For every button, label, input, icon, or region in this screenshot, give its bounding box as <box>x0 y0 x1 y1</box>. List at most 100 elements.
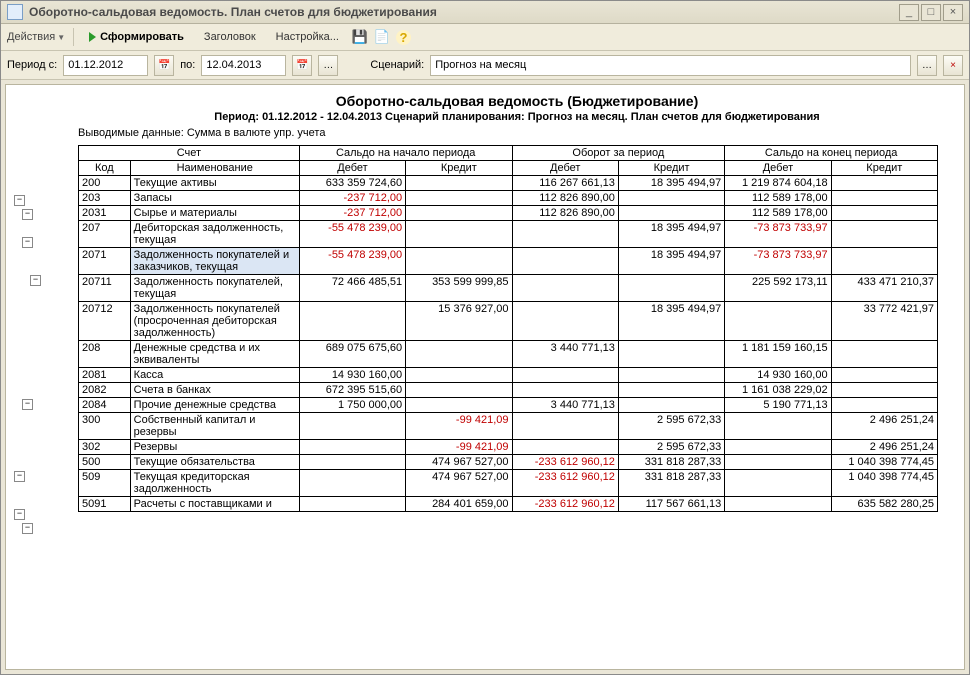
report-table: Счет Сальдо на начало периода Оборот за … <box>78 145 938 512</box>
table-row[interactable]: 208Денежные средства и их эквиваленты689… <box>79 341 938 368</box>
cell-sc: 284 401 659,00 <box>406 497 512 512</box>
help-icon[interactable]: ? <box>396 30 411 45</box>
cell-ed <box>725 455 831 470</box>
cell-code: 20711 <box>79 275 131 302</box>
cell-name: Собственный капитал и резервы <box>130 413 299 440</box>
table-row[interactable]: 2071Задолженность покупателей и заказчик… <box>79 248 938 275</box>
hdr-credit: Кредит <box>831 161 937 176</box>
tree-node[interactable]: − <box>14 471 25 482</box>
cell-td <box>512 413 618 440</box>
table-row[interactable]: 2031Сырье и материалы-237 712,00112 826 … <box>79 206 938 221</box>
cell-ec <box>831 206 937 221</box>
date-from-field[interactable]: 01.12.2012 <box>63 55 148 76</box>
cell-td: 112 826 890,00 <box>512 206 618 221</box>
table-row[interactable]: 5091Расчеты с поставщиками и284 401 659,… <box>79 497 938 512</box>
cell-sd <box>299 470 405 497</box>
hdr-end: Сальдо на конец периода <box>725 146 938 161</box>
scenario-picker-button[interactable]: … <box>917 55 937 76</box>
cell-tc <box>618 275 724 302</box>
cell-td: 112 826 890,00 <box>512 191 618 206</box>
settings-button[interactable]: Настройка... <box>269 28 346 46</box>
table-row[interactable]: 20711Задолженность покупателей, текущая7… <box>79 275 938 302</box>
form-button[interactable]: Сформировать <box>82 28 191 46</box>
cell-name: Задолженность покупателей, текущая <box>130 275 299 302</box>
cell-name: Счета в банках <box>130 383 299 398</box>
cell-ed: 1 219 874 604,18 <box>725 176 831 191</box>
scenario-field[interactable]: Прогноз на месяц <box>430 55 911 76</box>
cell-ec <box>831 341 937 368</box>
table-row[interactable]: 2081Касса14 930 160,0014 930 160,00 <box>79 368 938 383</box>
cell-ed <box>725 470 831 497</box>
close-button[interactable]: × <box>943 4 963 21</box>
tree-node[interactable]: − <box>22 237 33 248</box>
cell-ed: 1 181 159 160,15 <box>725 341 831 368</box>
tree-node[interactable]: − <box>22 523 33 534</box>
table-row[interactable]: 300Собственный капитал и резервы-99 421,… <box>79 413 938 440</box>
cell-sd: -55 478 239,00 <box>299 221 405 248</box>
cell-tc: 2 595 672,33 <box>618 413 724 440</box>
table-row[interactable]: 302Резервы-99 421,092 595 672,332 496 25… <box>79 440 938 455</box>
table-row[interactable]: 20712Задолженность покупателей (просроче… <box>79 302 938 341</box>
calendar-to-button[interactable]: 📅 <box>292 55 312 76</box>
table-row[interactable]: 509Текущая кредиторская задолженность474… <box>79 470 938 497</box>
tree-node[interactable]: − <box>22 209 33 220</box>
cell-name: Текущая кредиторская задолженность <box>130 470 299 497</box>
tree-node[interactable]: − <box>14 195 25 206</box>
table-header-row: Счет Сальдо на начало периода Оборот за … <box>79 146 938 161</box>
header-button[interactable]: Заголовок <box>197 28 263 46</box>
date-to-field[interactable]: 12.04.2013 <box>201 55 286 76</box>
hdr-account: Счет <box>79 146 300 161</box>
hdr-code: Код <box>79 161 131 176</box>
cell-sc: -99 421,09 <box>406 440 512 455</box>
cell-code: 207 <box>79 221 131 248</box>
maximize-button[interactable]: □ <box>921 4 941 21</box>
cell-sc: 15 376 927,00 <box>406 302 512 341</box>
hdr-debit: Дебет <box>512 161 618 176</box>
cell-tc <box>618 191 724 206</box>
table-row[interactable]: 2082Счета в банках672 395 515,601 161 03… <box>79 383 938 398</box>
tree-node[interactable]: − <box>30 275 41 286</box>
cell-td: -233 612 960,12 <box>512 470 618 497</box>
cell-sc: 353 599 999,85 <box>406 275 512 302</box>
table-row[interactable]: 207Дебиторская задолженность, текущая-55… <box>79 221 938 248</box>
cell-ed: 14 930 160,00 <box>725 368 831 383</box>
cell-sd: 14 930 160,00 <box>299 368 405 383</box>
cell-sc <box>406 368 512 383</box>
cell-code: 2082 <box>79 383 131 398</box>
cell-ec <box>831 191 937 206</box>
cell-ed: 225 592 173,11 <box>725 275 831 302</box>
scenario-label: Сценарий: <box>370 59 424 71</box>
cell-sc <box>406 341 512 368</box>
period-picker-button[interactable]: … <box>318 55 338 76</box>
save-icon[interactable]: 💾 <box>352 29 368 45</box>
tree-node[interactable]: − <box>14 509 25 520</box>
cell-sd: 633 359 724,60 <box>299 176 405 191</box>
cell-code: 2031 <box>79 206 131 221</box>
minimize-button[interactable]: _ <box>899 4 919 21</box>
table-row[interactable]: 2084Прочие денежные средства1 750 000,00… <box>79 398 938 413</box>
actions-menu[interactable]: Действия▼ <box>7 31 65 43</box>
document-icon[interactable]: 📄 <box>374 29 390 45</box>
cell-ec: 1 040 398 774,45 <box>831 455 937 470</box>
tree-column: − − − − − − − − <box>6 85 78 537</box>
table-row[interactable]: 500Текущие обязательства474 967 527,00-2… <box>79 455 938 470</box>
cell-ec: 1 040 398 774,45 <box>831 470 937 497</box>
cell-td <box>512 383 618 398</box>
scenario-clear-button[interactable]: × <box>943 55 963 76</box>
cell-code: 2081 <box>79 368 131 383</box>
tree-node[interactable]: − <box>22 399 33 410</box>
cell-sc: -99 421,09 <box>406 413 512 440</box>
cell-name: Текущие активы <box>130 176 299 191</box>
table-row[interactable]: 200Текущие активы633 359 724,60116 267 6… <box>79 176 938 191</box>
cell-tc: 331 818 287,33 <box>618 470 724 497</box>
hdr-name: Наименование <box>130 161 299 176</box>
cell-tc <box>618 398 724 413</box>
table-row[interactable]: 203Запасы-237 712,00112 826 890,00112 58… <box>79 191 938 206</box>
cell-ec: 2 496 251,24 <box>831 413 937 440</box>
cell-sc <box>406 383 512 398</box>
hdr-credit: Кредит <box>406 161 512 176</box>
cell-sc: 474 967 527,00 <box>406 470 512 497</box>
period-label: Период с: <box>7 59 57 71</box>
calendar-from-button[interactable]: 📅 <box>154 55 174 76</box>
cell-sc <box>406 176 512 191</box>
